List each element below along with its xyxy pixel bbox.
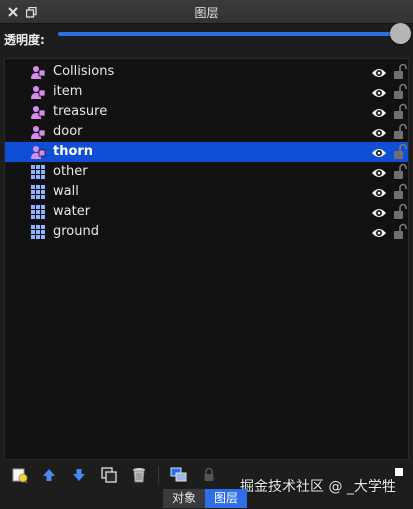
tab-layers[interactable]: 图层: [205, 489, 248, 508]
object-layer-icon: [30, 104, 46, 120]
object-layer-icon: [30, 144, 46, 160]
unlock-icon[interactable]: [393, 83, 407, 100]
opacity-label: 透明度:: [4, 33, 45, 47]
title-bar: 图层: [0, 0, 413, 24]
layers-panel: 图层 透明度: Collisions item treasure door thorn o…: [0, 0, 413, 509]
object-layer-icon: [30, 84, 46, 100]
duplicate-layer-icon[interactable]: [100, 466, 118, 484]
object-layer-icon: [30, 124, 46, 140]
layer-row[interactable]: item: [5, 82, 408, 102]
unlock-icon[interactable]: [393, 223, 407, 240]
show-hide-others-icon[interactable]: [170, 466, 188, 484]
layer-name: door: [53, 124, 83, 139]
unlock-icon[interactable]: [393, 163, 407, 180]
toolbar-divider: [158, 466, 159, 484]
unlock-icon[interactable]: [393, 183, 407, 200]
layer-name: treasure: [53, 104, 108, 119]
eye-icon[interactable]: [371, 225, 387, 239]
layer-name: ground: [53, 224, 99, 239]
opacity-row: 透明度:: [0, 24, 413, 54]
eye-icon[interactable]: [371, 205, 387, 219]
object-layer-icon: [30, 64, 46, 80]
unlock-icon[interactable]: [393, 143, 407, 160]
tile-layer-icon: [30, 164, 46, 180]
tile-layer-icon: [30, 204, 46, 220]
lower-layer-icon[interactable]: [70, 466, 88, 484]
resize-handle[interactable]: [395, 468, 403, 476]
tile-layer-icon: [30, 184, 46, 200]
layer-name: item: [53, 84, 83, 99]
eye-icon[interactable]: [371, 85, 387, 99]
eye-icon[interactable]: [371, 165, 387, 179]
tab-objects[interactable]: 对象: [163, 489, 206, 508]
eye-icon[interactable]: [371, 145, 387, 159]
layer-row[interactable]: Collisions: [5, 62, 408, 82]
opacity-slider-handle[interactable]: [390, 23, 411, 44]
layer-list[interactable]: Collisions item treasure door thorn other wall…: [4, 58, 409, 460]
unlock-icon[interactable]: [393, 63, 407, 80]
delete-layer-icon[interactable]: [130, 466, 148, 484]
eye-icon[interactable]: [371, 105, 387, 119]
panel-title: 图层: [194, 6, 219, 20]
layer-row[interactable]: door: [5, 122, 408, 142]
eye-icon[interactable]: [371, 125, 387, 139]
eye-icon[interactable]: [371, 65, 387, 79]
panel-tabs: 对象 图层: [163, 489, 248, 508]
layer-row[interactable]: thorn: [5, 142, 408, 162]
layer-name: Collisions: [53, 64, 115, 79]
raise-layer-icon[interactable]: [40, 466, 58, 484]
eye-icon[interactable]: [371, 185, 387, 199]
watermark: 掘金技术社区 @ _大学牲: [240, 479, 396, 495]
unlock-icon[interactable]: [393, 103, 407, 120]
unlock-icon[interactable]: [393, 123, 407, 140]
new-layer-icon[interactable]: [11, 466, 29, 484]
layer-row[interactable]: water: [5, 202, 408, 222]
layer-row[interactable]: ground: [5, 222, 408, 242]
lock-icon[interactable]: [200, 466, 218, 484]
layer-name: water: [53, 204, 91, 219]
layer-row[interactable]: wall: [5, 182, 408, 202]
opacity-slider[interactable]: [58, 32, 402, 36]
tile-layer-icon: [30, 224, 46, 240]
layer-name: other: [53, 164, 88, 179]
layer-row[interactable]: other: [5, 162, 408, 182]
layer-row[interactable]: treasure: [5, 102, 408, 122]
unlock-icon[interactable]: [393, 203, 407, 220]
layer-name: wall: [53, 184, 79, 199]
layer-name: thorn: [53, 144, 94, 159]
